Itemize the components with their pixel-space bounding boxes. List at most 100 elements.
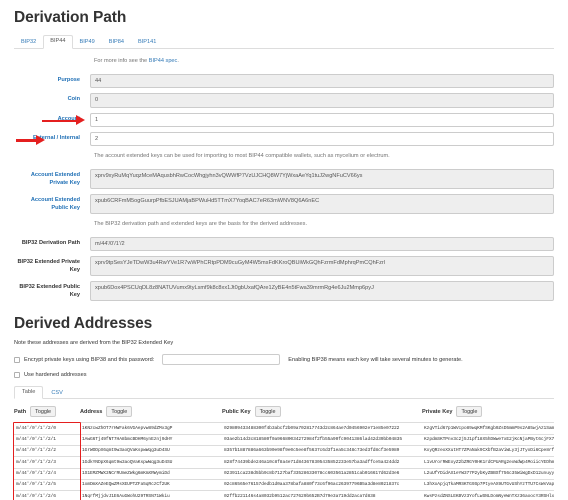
cell-public-key: 029809433488300f4b3abcf2b09a702817743d2c… (222, 422, 422, 435)
bip38-encrypt-row: Encrypt private keys using BIP38 and thi… (14, 354, 554, 366)
cell-private-key: KwsPzsdZNSLEKBVz3YofLwSNLDomNyeWnTXz36ao… (422, 490, 554, 500)
col-label-path: Path (14, 409, 27, 416)
account-help-row: The account extended keys can be used fo… (14, 151, 554, 164)
account-ext-priv-row: Account Extended Private Key xprv9xyRuMq… (14, 169, 554, 190)
cell-private-key: L3hXoApjqTkaMRSKTG9Sp7PtyeAX9UTGvUShYzTT… (422, 479, 554, 491)
bip38-label: Encrypt private keys using BIP38 and thi… (24, 356, 155, 363)
coin-input[interactable]: 0 (90, 93, 554, 108)
cell-address: 1xmDmXAZeEQwZMsXEUPTZFa5qRczCf2UK (80, 479, 222, 491)
col-label-public-key: Public Key (222, 409, 251, 416)
bip32-ext-priv-row: BIP32 Extended Private Key xprv9tpSesYJe… (14, 256, 554, 277)
bip32-ext-pub-row: BIP32 Extended Public Key xpub6Dox4PSCUq… (14, 281, 554, 302)
bip32-ext-pub-label: BIP32 Extended Public Key (19, 284, 80, 298)
tab-table-view[interactable]: Table (14, 385, 44, 400)
cell-private-key: KxyQRzeoXXutHT7ZPaNak9CXbfB2aViWLy3jJTyo… (422, 445, 554, 457)
cell-private-key: L2uUfYDidAX1eYW377P2ybKyZBBSf756c35WiWgD… (422, 467, 554, 480)
bip32-ext-pub-input[interactable]: xpub6Dox4PSCUqDL8z8NATUVumx9tyLsmf9k8c8x… (90, 281, 554, 302)
col-header-path: Path Toggle (14, 406, 80, 423)
account-ext-pub-row: Account Extended Public Key xpub6CRFmM5o… (14, 194, 554, 215)
table-row: m/44'/0'/1'/2/2 1GrWODpX6qmt9w3aoQVaKspwW… (14, 445, 554, 457)
hardened-checkbox[interactable] (14, 372, 20, 379)
table-row: m/44'/0'/1'/2/6 1NqrfMjjdvJ1E6AuGWohU29TR… (14, 490, 554, 500)
bip32-path-label: BIP32 Derivation Path (21, 240, 80, 247)
derived-addresses-title: Derived Addresses (14, 315, 153, 333)
table-row: m/44'/0'/1'/2/4 1S1EMZMWX3NCrRUmeZWkg6mKm… (14, 467, 554, 480)
purpose-input[interactable]: 44 (90, 73, 554, 89)
cell-address: 1NqrfMjjdvJ1E6AuGWohU29TRSN71Wkiu (80, 490, 222, 500)
bip44-info-text: For more info see the BIP44 spec. (90, 56, 554, 69)
bip32-path-input[interactable]: m/44'/0'/1'/2 (90, 237, 554, 252)
tab-bip49[interactable]: BIP49 (73, 36, 102, 49)
view-tabs: Table CSV (14, 385, 554, 400)
tab-bip32[interactable]: BIP32 (14, 36, 43, 49)
cell-public-key: 8357b1887886a663b90e98f9e0c5ee8f5637c6d3… (222, 445, 422, 457)
external-internal-input[interactable]: 2 (90, 132, 554, 147)
bip32-help-text: The BIP32 derivation path and extended k… (94, 221, 308, 228)
tab-bip44[interactable]: BIP44 (43, 35, 73, 49)
cell-path: m/44'/0'/1'/2/6 (14, 490, 80, 500)
derivation-path-title: Derivation Path (14, 9, 127, 26)
info-suffix: . (177, 58, 179, 64)
col-label-address: Address (80, 409, 103, 416)
cell-address: 1GrWODpX6qmt9w3aoQVaKspwWqg3uD4SU (80, 445, 222, 457)
cell-private-key: L1vUrorRWEoyZ2bZRGY0HK1rdCPUARg2exWdWp4M… (422, 456, 554, 469)
account-row: Account 1 (14, 112, 554, 127)
bip32-ext-priv-input[interactable]: xprv9tpSesYJeTDwW3u4RwYVe1R7wWPhCRtpPDM9… (90, 256, 554, 277)
change-row: External / Internal 2 (14, 132, 554, 147)
cell-path: m/44'/0'/1'/2/3 (14, 456, 80, 469)
col-header-public-key: Public Key Toggle (222, 406, 422, 423)
bip32-ext-priv-label: BIP32 Extended Private Key (17, 259, 81, 273)
cell-path: m/44'/0'/1'/2/1 (14, 433, 80, 446)
tab-csv-view[interactable]: CSV (43, 387, 71, 400)
cell-address: 1AwG6Tj49fNT7HA8bmcBDHM6ynEznj9dHY (80, 433, 222, 446)
bip38-checkbox[interactable] (14, 356, 20, 363)
cell-private-key: KzgVTid67p1WVcpo89wqKMfSKgb9ZsD5mmP9s2A8… (422, 422, 554, 435)
bip39-tool-page: Derivation Path BIP32 BIP44 BIP49 BIP84 … (0, 9, 568, 500)
toggle-private-key-button[interactable]: Toggle (456, 406, 483, 418)
derivation-tabs: BIP32 BIP44 BIP49 BIP84 BIP141 (14, 34, 554, 49)
table-row: m/44'/0'/1'/2/5 1xmDmXAZeEQwZMsXEUPTZFa5q… (14, 479, 554, 491)
account-ext-priv-input[interactable]: xprv9xyRuMqYuqzMceMAqusbhRwCocWhgjyhn3vQ… (90, 169, 554, 190)
cell-address: 1KNzcwZhOT7rHWFak6VGAepvw89dZMx3gP (80, 422, 222, 435)
cell-path: m/44'/0'/1'/2/2 (14, 445, 80, 457)
derivation-form: For more info see the BIP44 spec. Purpos… (14, 49, 554, 302)
account-ext-priv-label: Account Extended Private Key (30, 172, 80, 186)
account-ext-pub-label: Account Extended Public Key (30, 197, 80, 211)
toggle-address-button[interactable]: Toggle (106, 406, 133, 418)
tab-bip84[interactable]: BIP84 (102, 36, 131, 49)
table-row: m/44'/0'/1'/2/0 1KNzcwZhOT7rHWFak6VGAepvw… (14, 422, 554, 435)
bip38-note: Enabling BIP38 means each key will take … (288, 356, 463, 363)
table-head: Path Toggle Address Toggle Public Key Toggl… (14, 406, 554, 423)
hardened-label: Use hardened addresses (24, 372, 87, 379)
coin-row: Coin 0 (14, 93, 554, 108)
table-body: m/44'/0'/1'/2/0 1KNzcwZhOT7rHWFak6VGAepvw… (14, 422, 554, 500)
account-input[interactable]: 1 (90, 112, 554, 127)
derived-addresses-note: Note these addresses are derived from th… (14, 340, 174, 347)
cell-private-key: KzpdmSKTPnv3c2j5J1pf18X5hDWwe7xE2jKcNjaP… (422, 433, 554, 446)
cell-public-key: 03ae2b14d3c818580f0a96680034272984f2fb55… (222, 433, 422, 446)
cell-address: 1GdkYNDpX6qmt9w3aoQVaKspwWqg3uD4SU (80, 456, 222, 469)
purpose-label: Purpose (57, 76, 80, 83)
account-ext-pub-input[interactable]: xpub6CRFmM5ogGuurpPfbESJUAMjaBPWuHd5TTmX… (90, 194, 554, 215)
toggle-path-button[interactable]: Toggle (30, 406, 57, 418)
info-prefix: For more info see the (94, 58, 149, 64)
toggle-public-key-button[interactable]: Toggle (254, 406, 281, 418)
cell-path: m/44'/0'/1'/2/0 (14, 422, 80, 435)
tab-bip141[interactable]: BIP141 (131, 36, 163, 49)
hardened-addresses-row: Use hardened addresses (14, 372, 554, 379)
table-row: m/44'/0'/1'/2/3 1GdkYNDpX6qmt9w3aoQVaKspw… (14, 456, 554, 469)
cell-path: m/44'/0'/1'/2/4 (14, 467, 80, 480)
cell-path: m/44'/0'/1'/2/5 (14, 479, 80, 491)
cell-address: 1S1EMZMWX3NCrRUmeZWkg6mKmXRWymiDd (80, 467, 222, 480)
col-header-address: Address Toggle (80, 406, 222, 423)
table-row: m/44'/0'/1'/2/1 1AwG6Tj49fNT7HA8bmcBDHM6y… (14, 433, 554, 446)
cell-public-key: 828f74439bde246a10c8f8a4e71d843678305435… (222, 456, 422, 469)
purpose-row: Purpose 44 (14, 73, 554, 89)
cell-public-key: 02c86565e76157dedb1d0aa378bafa880f73c6f9… (222, 479, 422, 491)
bip38-password-input[interactable] (162, 354, 281, 366)
cell-public-key: 02ffb221146s4a8032b9512ac727629b652B7d79… (222, 490, 422, 500)
bip44-spec-link[interactable]: BIP44 spec (149, 58, 178, 64)
col-label-private-key: Private Key (422, 409, 453, 416)
cell-public-key: 023911ca238d5bb9c8b7127baf33528633078cc6… (222, 467, 422, 480)
